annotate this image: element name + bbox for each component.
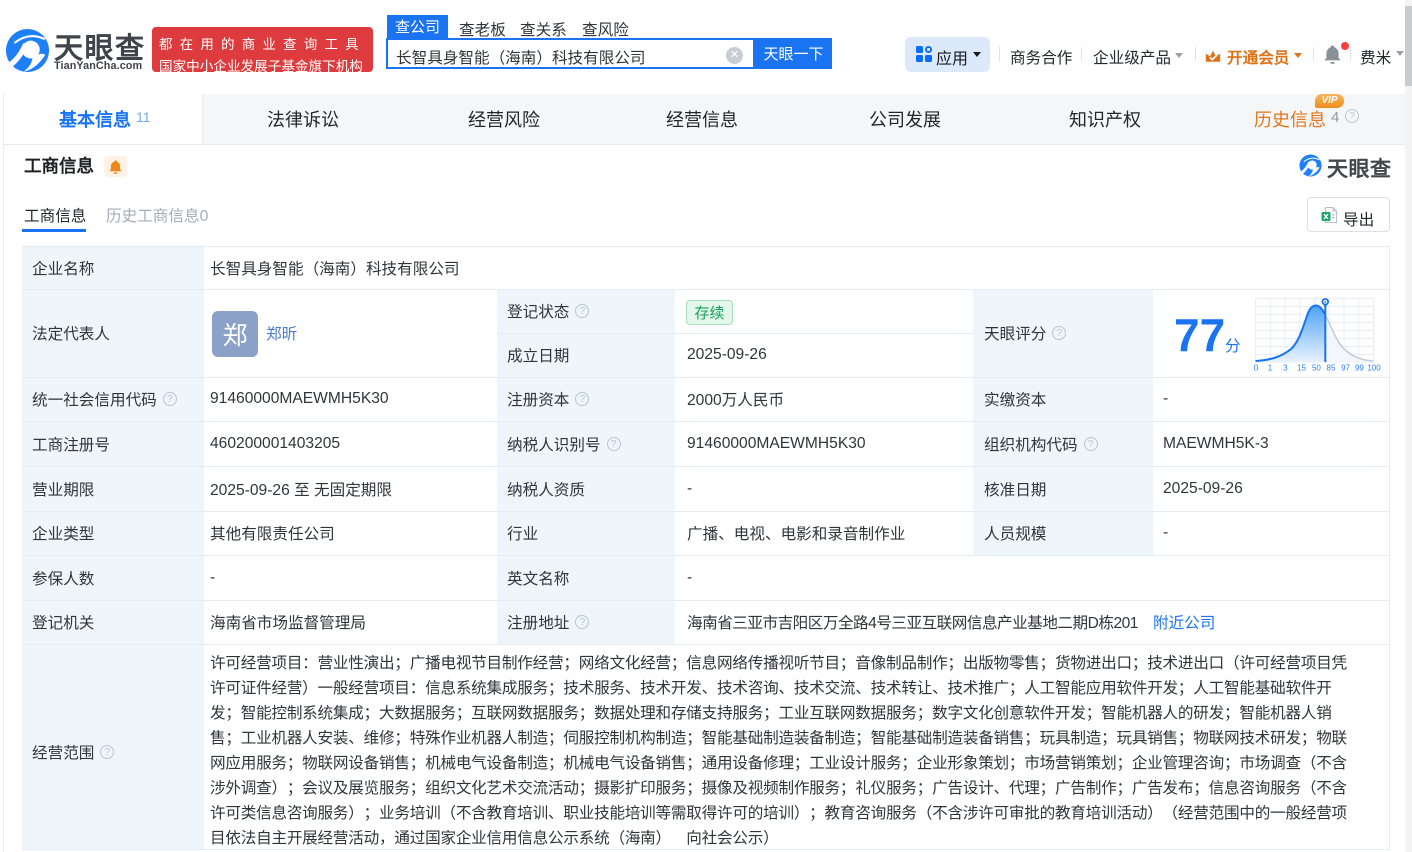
svg-text:99: 99 [1355, 364, 1364, 372]
svg-text:100: 100 [1367, 364, 1381, 372]
svg-text:15: 15 [1297, 364, 1306, 372]
svg-text:50: 50 [1312, 364, 1321, 372]
svg-text:0: 0 [1254, 364, 1259, 372]
svg-text:3: 3 [1283, 364, 1288, 372]
svg-text:85: 85 [1327, 364, 1336, 372]
svg-text:1: 1 [1268, 364, 1273, 372]
svg-text:97: 97 [1341, 364, 1350, 372]
